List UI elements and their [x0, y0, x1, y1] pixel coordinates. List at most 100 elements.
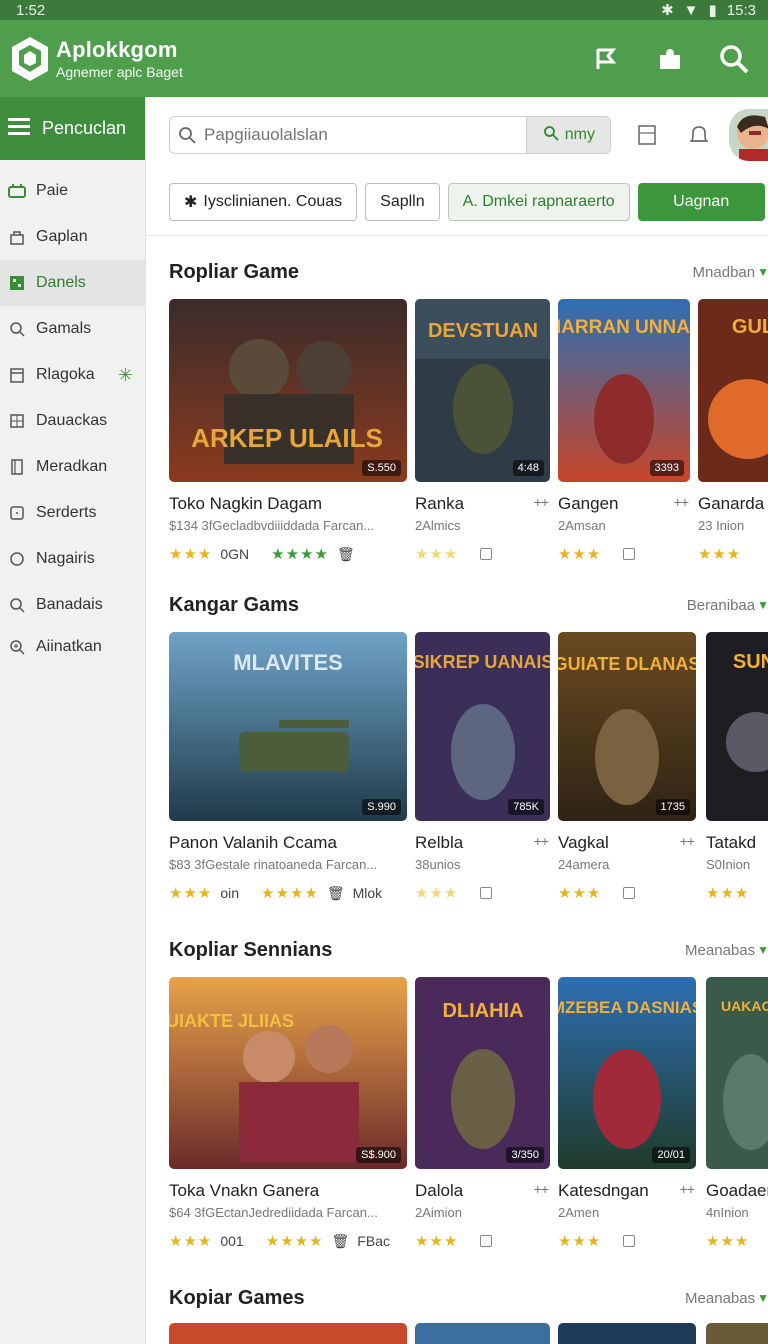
sparkle-icon: ✳ — [117, 364, 133, 385]
game-subtitle: S0Inion — [706, 857, 751, 872]
game-title: Panon Valanih Ccama — [169, 833, 337, 852]
trash-icon[interactable]: 🗑 — [337, 546, 355, 563]
game-section: Kopliar Sennians Meanabas▼ GUIAKTE JLIIA… — [169, 935, 768, 1267]
sidebar-item-meradkan[interactable]: Meradkan — [0, 444, 145, 490]
more-icon[interactable]: ++ — [680, 1181, 695, 1201]
checkbox[interactable] — [480, 1235, 493, 1247]
status-bar: 1:52 ✱ ▼ ▮ 15:3 — [0, 0, 768, 20]
section-title: Kopliar Sennians — [169, 938, 333, 961]
game-card[interactable]: ARKEP ULAILS S.550 Toko Nagkin Dagam $13… — [169, 299, 407, 563]
battery-icon: ▮ — [708, 2, 717, 19]
price-tag: S$.900 — [356, 1147, 401, 1163]
game-card[interactable]: DLIAHIA 3/350 Dalola ++ 2Aimion ★★★ — [415, 977, 550, 1250]
status-clock: 15:3 — [726, 1, 756, 19]
game-thumbnail[interactable] — [169, 1323, 407, 1344]
game-card[interactable]: SUN Tatakd S0Inion ★★★ — [706, 632, 768, 902]
game-card[interactable]: MLAVITES S.990 Panon Valanih Ccama $83 3… — [169, 632, 407, 902]
see-more-link[interactable]: Mnadban ▼ — [693, 264, 768, 281]
game-card[interactable]: GUIAKTE JLIIAS S$.900 Toka Vnakn Ganera … — [169, 977, 407, 1250]
game-thumbnail: MARRAN UNNAS 3393 — [558, 299, 690, 482]
more-icon[interactable]: ++ — [674, 494, 689, 514]
sidebar-header-label: Pencuclan — [42, 118, 127, 138]
checkbox[interactable] — [623, 548, 636, 560]
menu-icon[interactable] — [8, 116, 32, 141]
filter-chip-sort[interactable]: Saplln — [365, 183, 440, 221]
bag-icon — [8, 228, 26, 246]
game-subtitle: 4nInion — [706, 1205, 749, 1220]
game-thumbnail: GUIAKTE JLIIAS S$.900 — [169, 977, 407, 1169]
game-thumbnail: UAKAOT — [706, 977, 768, 1169]
avatar[interactable] — [729, 109, 768, 161]
sidebar-item-rlagoka[interactable]: Rlagoka ✳ — [0, 352, 145, 398]
see-more-link[interactable]: Beranibaa ▼ — [687, 597, 768, 614]
game-card[interactable]: UAKAOT Goadaer 4nInion ★★★ — [706, 977, 768, 1250]
filter-chip-tag[interactable]: A. Dmkei rapnaraerto — [447, 183, 630, 221]
search-icon — [8, 320, 26, 338]
game-thumbnail: MLAVITES S.990 — [169, 632, 407, 821]
rating-stars: ★★★ — [415, 885, 459, 902]
game-subtitle: 2Almics — [415, 518, 461, 533]
rating-stars: ★★★ — [558, 885, 602, 902]
checkbox[interactable] — [480, 548, 493, 560]
game-card[interactable]: MARRAN UNNAS 3393 Gangen ++ 2Amsan ★★★ — [558, 299, 690, 563]
checkbox[interactable] — [623, 1235, 636, 1247]
game-card[interactable]: MZEBEA DASNIAS 20/01 Katesdngan ++ 2Amen … — [558, 977, 696, 1250]
price-tag: 785K — [508, 799, 544, 815]
zoom-icon — [8, 638, 26, 656]
sidebar-item-dauackas[interactable]: Dauackas — [0, 398, 145, 444]
sidebar-header[interactable]: Pencuclan — [0, 97, 145, 160]
game-card[interactable]: DEVSTUAN 4:48 Ranka ++ 2Almics ★★★ — [415, 299, 550, 563]
game-card[interactable]: GUIATE DLANAS 1735 Vagkal ++ 24amera ★★★ — [558, 632, 696, 902]
checkbox[interactable] — [480, 887, 493, 899]
game-subtitle: $83 3fGestale rinatoaneda Farcan... — [169, 857, 378, 872]
apply-button[interactable]: Uagnan — [637, 183, 765, 221]
game-thumbnail[interactable] — [558, 1323, 696, 1344]
filter-chip-category[interactable]: ✱ Iysclinianen. Couas — [169, 183, 358, 221]
puzzle-icon[interactable] — [654, 43, 686, 75]
game-card[interactable]: GUL Ganarda 23 Inion ★★★ — [698, 299, 768, 563]
see-more-label: Meanabas — [685, 1289, 756, 1307]
game-title: Relbla — [415, 833, 464, 852]
bell-icon[interactable] — [683, 119, 715, 151]
filter-icon[interactable] — [631, 119, 663, 151]
see-more-link[interactable]: Meanabas ▼ — [685, 942, 768, 959]
flag-icon[interactable] — [590, 43, 622, 75]
checkbox[interactable] — [623, 887, 636, 899]
game-subtitle: 24amera — [558, 857, 610, 872]
game-section: Kopiar Games Meanabas ▼ — [169, 1283, 768, 1344]
sidebar-item-serderts[interactable]: Serderts — [0, 490, 145, 536]
game-title: Vagkal — [558, 833, 609, 852]
rating-stars: ★★★ — [698, 546, 742, 563]
more-icon[interactable]: ++ — [534, 1181, 549, 1201]
sidebar-item-gamals[interactable]: Gamals — [0, 306, 145, 352]
game-meta: oin — [220, 885, 240, 901]
more-icon[interactable]: ++ — [534, 833, 549, 853]
cover-art-text: MLAVITES — [233, 650, 343, 675]
sidebar-item-aiinatkan[interactable]: Aiinatkan — [0, 628, 145, 666]
search-button[interactable]: nmy — [526, 117, 611, 153]
sidebar-item-banadais[interactable]: Banadais — [0, 582, 145, 628]
sidebar-item-nagairis[interactable]: Nagairis — [0, 536, 145, 582]
game-card[interactable]: SIKREP UANAIS 785K Relbla ++ 38unios ★★★ — [415, 632, 550, 902]
game-thumbnail[interactable] — [706, 1323, 768, 1344]
search-icon[interactable] — [718, 43, 750, 75]
section-title: Kangar Gams — [169, 593, 300, 616]
see-more-link[interactable]: Meanabas ▼ — [685, 1290, 768, 1307]
more-icon[interactable]: ++ — [534, 494, 549, 514]
game-title: Ranka — [415, 494, 465, 513]
cover-art-text: ARKEP ULAILS — [191, 423, 383, 453]
rating-stars: ★★★ — [706, 1233, 750, 1250]
cover-art-text: SIKREP UANAIS — [415, 652, 550, 672]
game-thumbnail[interactable] — [415, 1323, 550, 1344]
app-bar: Aplokkgom Agnemer aplc Baget — [0, 20, 768, 97]
game-subtitle: 38unios — [415, 857, 461, 872]
sidebar-item-paie[interactable]: Paie — [0, 168, 145, 214]
price-tag: S.550 — [362, 460, 401, 476]
sidebar-item-gaplan[interactable]: Gaplan — [0, 214, 145, 260]
trash-icon[interactable]: 🗑 — [332, 1233, 350, 1250]
trash-icon[interactable]: 🗑 — [327, 885, 345, 902]
more-icon[interactable]: ++ — [680, 833, 695, 853]
sidebar-item-danels[interactable]: Danels — [0, 260, 145, 306]
search-input[interactable] — [204, 125, 527, 145]
calendar-icon — [8, 366, 26, 384]
